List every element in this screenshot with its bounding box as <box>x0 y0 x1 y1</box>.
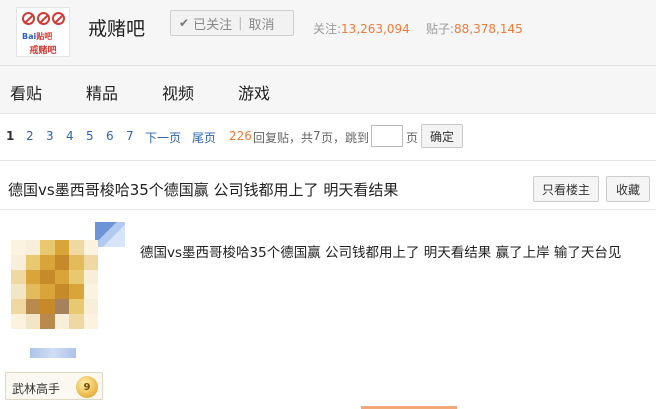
followed-label: 已关注 <box>193 17 233 33</box>
forum-logo[interactable]: Bai贴吧 戒赌吧 <box>16 7 70 57</box>
follow-toggle[interactable]: ✔ 已关注 | 取消 <box>170 10 294 36</box>
level-star-icon: 9 <box>76 376 98 398</box>
tab-videos[interactable]: 视频 <box>162 80 194 104</box>
page-3[interactable]: 3 <box>46 129 54 143</box>
post-content: 德国vs墨西哥梭哈35个德国赢 公司钱都用上了 明天看结果 赢了上岸 输了天台见 <box>140 245 622 261</box>
page-2[interactable]: 2 <box>26 129 34 143</box>
reply-suffix: 回复贴，共 <box>253 131 314 145</box>
page-total: 7 <box>313 129 321 143</box>
username-blurred[interactable] <box>30 348 76 358</box>
favorite-button[interactable]: 收藏 <box>606 176 650 202</box>
jump-page-input[interactable] <box>371 125 403 147</box>
confirm-jump-button[interactable]: 确定 <box>421 124 463 148</box>
post-count: 贴子:88,378,145 <box>426 22 523 36</box>
page-6[interactable]: 6 <box>106 129 114 143</box>
forum-header: Bai贴吧 戒赌吧 戒赌吧 ✔ 已关注 | 取消 关注:13,263,094 贴… <box>0 0 656 66</box>
logo-brand: Bai贴吧 <box>22 32 53 41</box>
forum-name[interactable]: 戒赌吧 <box>88 14 145 41</box>
page-unit: 页 <box>406 131 419 145</box>
blurred-decoration <box>95 222 125 247</box>
forum-tabs: 看贴 精品 视频 游戏 <box>0 66 656 114</box>
page-5[interactable]: 5 <box>86 129 94 143</box>
page-1: 1 <box>6 129 15 143</box>
separator: | <box>238 15 243 31</box>
badge-title: 武林高手 <box>12 382 61 396</box>
last-page-link[interactable]: 尾页 <box>192 129 216 146</box>
next-page-link[interactable]: 下一页 <box>145 129 181 146</box>
page-4[interactable]: 4 <box>66 129 74 143</box>
check-icon: ✔ <box>179 16 190 30</box>
follower-count: 关注:13,263,094 <box>313 22 410 36</box>
thread-title-bar: 德国vs墨西哥梭哈35个德国赢 公司钱都用上了 明天看结果 只看楼主 收藏 <box>0 160 656 210</box>
reply-count: 226 <box>229 129 252 143</box>
logo-name: 戒赌吧 <box>29 46 57 56</box>
pagination: 1 2 3 4 5 6 7 下一页 尾页 226 回复贴，共 7 页，跳到 页 … <box>0 118 656 158</box>
no-gambling-icon <box>22 12 66 28</box>
unfollow-button[interactable]: 取消 <box>248 14 274 33</box>
only-op-button[interactable]: 只看楼主 <box>533 176 599 202</box>
tab-games[interactable]: 游戏 <box>238 80 270 104</box>
tab-view-posts[interactable]: 看贴 <box>10 80 42 104</box>
level-badge[interactable]: 武林高手 9 <box>5 372 103 400</box>
tab-featured[interactable]: 精品 <box>86 80 118 104</box>
avatar[interactable] <box>11 240 98 329</box>
thread-title: 德国vs墨西哥梭哈35个德国赢 公司钱都用上了 明天看结果 <box>8 181 399 199</box>
page-suffix: 页，跳到 <box>321 131 370 145</box>
page-7[interactable]: 7 <box>126 129 134 143</box>
